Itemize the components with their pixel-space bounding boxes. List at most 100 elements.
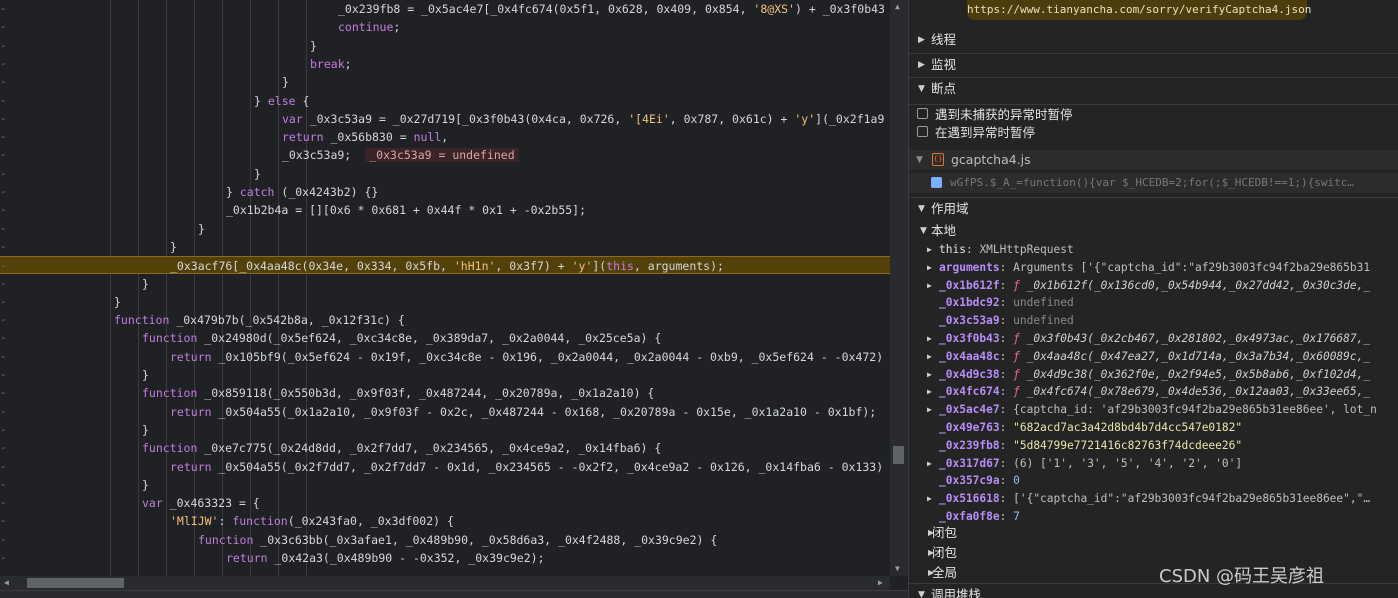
expand-arrow-icon[interactable]: ▶ <box>927 259 932 277</box>
expand-arrow-icon[interactable]: ▶ <box>927 455 932 473</box>
code-line[interactable]: -} <box>0 293 890 311</box>
scope-variable-row[interactable]: _0x3c53a9: undefined <box>909 312 1398 330</box>
code-line[interactable]: -} <box>0 476 890 494</box>
section-threads[interactable]: ▶ 线程 <box>909 29 1398 51</box>
code-line[interactable]: -} <box>0 238 890 256</box>
code-line[interactable]: -} <box>0 275 890 293</box>
code-line[interactable]: - return _0x504a55(_0x1a2a10, _0x9f03f - … <box>0 403 890 421</box>
code-line[interactable]: - function _0x24980d(_0x5ef624, _0xc34c8e… <box>0 329 890 347</box>
gutter-marker[interactable]: - <box>0 110 8 128</box>
gutter-marker[interactable]: - <box>0 494 8 512</box>
code-line[interactable]: - 'MlIJW': function(_0x243fa0, _0x3df002)… <box>0 512 890 530</box>
expand-arrow-icon[interactable]: ▶ <box>927 277 932 295</box>
gutter-marker[interactable]: - <box>0 220 8 238</box>
gutter-marker[interactable]: - <box>0 183 8 201</box>
gutter-marker[interactable]: - <box>0 165 8 183</box>
expand-arrow-icon[interactable]: ▶ <box>927 348 932 366</box>
gutter-marker[interactable]: - <box>0 257 8 275</box>
scope-variable-row[interactable]: _0x1bdc92: undefined <box>909 294 1398 312</box>
breakpoint-entry[interactable]: wGfPS.$_A_=function(){var $_HCEDB=2;for(… <box>909 173 1398 193</box>
expand-arrow-icon[interactable]: ▶ <box>927 490 932 508</box>
gutter-marker[interactable]: - <box>0 0 8 18</box>
scope-variable-row[interactable]: ▶ _0x5ac4e7: {captcha_id: 'af29b3003fc94f… <box>909 401 1398 419</box>
section-scope[interactable]: ▼ 作用域 <box>909 197 1398 219</box>
scope-closure-2[interactable]: ▶ 闭包 <box>909 543 1398 563</box>
editor-horizontal-scrollbar[interactable]: ◀ ▶ <box>0 576 890 590</box>
scroll-left-icon[interactable]: ◀ <box>4 578 9 587</box>
gutter-marker[interactable]: - <box>0 549 8 567</box>
gutter-marker[interactable]: - <box>0 128 8 146</box>
code-line[interactable]: -} <box>0 37 890 55</box>
section-watch[interactable]: ▶ 监视 <box>909 53 1398 75</box>
expand-arrow-icon[interactable]: ▶ <box>927 330 932 348</box>
breakpoint-file-row[interactable]: ▼ {} gcaptcha4.js <box>909 150 1398 170</box>
gutter-marker[interactable]: - <box>0 146 8 164</box>
expand-arrow-icon[interactable]: ▶ <box>927 366 932 384</box>
scope-variable-row[interactable]: ▶ _0x1b612f: ƒ _0x1b612f(_0x136cd0,_0x54b… <box>909 277 1398 295</box>
gutter-marker[interactable]: - <box>0 329 8 347</box>
gutter-marker[interactable]: - <box>0 73 8 91</box>
gutter-marker[interactable]: - <box>0 238 8 256</box>
code-line[interactable]: - continue; <box>0 18 890 36</box>
pause-caught-checkbox[interactable] <box>917 126 928 137</box>
expand-arrow-icon[interactable]: ▶ <box>927 383 932 401</box>
code-line[interactable]: -} else { <box>0 92 890 110</box>
scope-global[interactable]: ▶ 全局 <box>909 563 1398 583</box>
code-line[interactable]: -} <box>0 165 890 183</box>
gutter-marker[interactable]: - <box>0 366 8 384</box>
gutter-marker[interactable]: - <box>0 384 8 402</box>
code-line[interactable]: - var _0x463323 = { <box>0 494 890 512</box>
scope-local[interactable]: ▼ 本地 <box>909 222 1398 240</box>
gutter-marker[interactable]: - <box>0 55 8 73</box>
code-line[interactable]: -} <box>0 421 890 439</box>
gutter-marker[interactable]: - <box>0 293 8 311</box>
gutter-marker[interactable]: - <box>0 421 8 439</box>
scope-variable-row[interactable]: ▶ _0x3f0b43: ƒ _0x3f0b43(_0x2cb467,_0x281… <box>909 330 1398 348</box>
code-line[interactable]: -} catch (_0x4243b2) {} <box>0 183 890 201</box>
current-execution-line[interactable]: - _0x3acf76[_0x4aa48c(0x34e, 0x334, 0x5fb… <box>0 256 890 275</box>
gutter-marker[interactable]: - <box>0 476 8 494</box>
code-line[interactable]: - return _0x56b830 = null, <box>0 128 890 146</box>
gutter-marker[interactable]: - <box>0 512 8 530</box>
code-line[interactable]: - return _0x504a55(_0x2f7dd7, _0x2f7dd7 -… <box>0 458 890 476</box>
gutter-marker[interactable]: - <box>0 458 8 476</box>
scope-closure-1[interactable]: ▶ 闭包 <box>909 523 1398 543</box>
code-line[interactable]: - return _0x42a3(_0x489b90 - -0x352, _0x3… <box>0 549 890 567</box>
section-callstack[interactable]: ▼ 调用堆栈 <box>909 583 1398 598</box>
scope-variable-row[interactable]: ▶ _0x4aa48c: ƒ _0x4aa48c(_0x47ea27,_0x1d7… <box>909 348 1398 366</box>
expand-arrow-icon[interactable]: ▶ <box>927 241 932 259</box>
scope-variable-row[interactable]: _0x239fb8: "5d84799e7721416c82763f74dcde… <box>909 437 1398 455</box>
gutter-marker[interactable]: - <box>0 439 8 457</box>
scroll-down-icon[interactable]: ▼ <box>895 564 900 573</box>
scope-variable-row[interactable]: _0x357c9a: 0 <box>909 472 1398 490</box>
gutter-marker[interactable]: - <box>0 275 8 293</box>
scroll-up-icon[interactable]: ▲ <box>895 2 900 11</box>
scope-variable-row[interactable]: ▶ _0x4fc674: ƒ _0x4fc674(_0x78e679,_0x4de… <box>909 383 1398 401</box>
gutter-marker[interactable]: - <box>0 92 8 110</box>
vertical-scroll-thumb[interactable] <box>893 446 904 464</box>
scope-variable-row[interactable]: ▶ arguments: Arguments ['{"captcha_id":"a… <box>909 259 1398 277</box>
code-line[interactable]: - function _0x479b7b(_0x542b8a, _0x12f31c… <box>0 311 890 329</box>
scope-variable-row[interactable]: ▶ _0x516618: ['{"captcha_id":"af29b3003fc… <box>909 490 1398 508</box>
pause-caught-row[interactable]: 在遇到异常时暂停 <box>909 123 1398 142</box>
code-line[interactable]: - _0x239fb8 = _0x5ac4e7[_0x4fc674(0x5f1, … <box>0 0 890 18</box>
scope-variable-row[interactable]: ▶ this: XMLHttpRequest <box>909 241 1398 259</box>
code-line[interactable]: - break; <box>0 55 890 73</box>
pause-uncaught-checkbox[interactable] <box>917 108 928 119</box>
expand-arrow-icon[interactable]: ▶ <box>927 401 932 419</box>
gutter-marker[interactable]: - <box>0 531 8 549</box>
scope-variable-row[interactable]: ▶ _0x4d9c38: ƒ _0x4d9c38(_0x362f0e,_0x2f9… <box>909 366 1398 384</box>
editor-vertical-scrollbar[interactable]: ▲ ▼ <box>890 0 908 576</box>
code-line[interactable]: - return _0x105bf9(_0x5ef624 - 0x19f, _0x… <box>0 348 890 366</box>
gutter-marker[interactable]: - <box>0 18 8 36</box>
code-line[interactable]: - function _0x859118(_0x550b3d, _0x9f03f,… <box>0 384 890 402</box>
scope-variable-row[interactable]: ▶ _0x317d67: (6) ['1', '3', '5', '4', '2'… <box>909 455 1398 473</box>
code-line[interactable]: -} <box>0 73 890 91</box>
section-breakpoints[interactable]: ▼ 断点 <box>909 77 1398 99</box>
code-line[interactable]: - _0x1b2b4a = [][0x6 * 0x681 + 0x44f * 0x… <box>0 201 890 219</box>
scope-variable-row[interactable]: _0x49e763: "682acd7ac3a42d8bd4b7d4cc547e… <box>909 419 1398 437</box>
scroll-right-icon[interactable]: ▶ <box>878 578 883 587</box>
code-line[interactable]: -} <box>0 220 890 238</box>
breakpoint-checkbox[interactable] <box>931 177 942 188</box>
gutter-marker[interactable]: - <box>0 403 8 421</box>
